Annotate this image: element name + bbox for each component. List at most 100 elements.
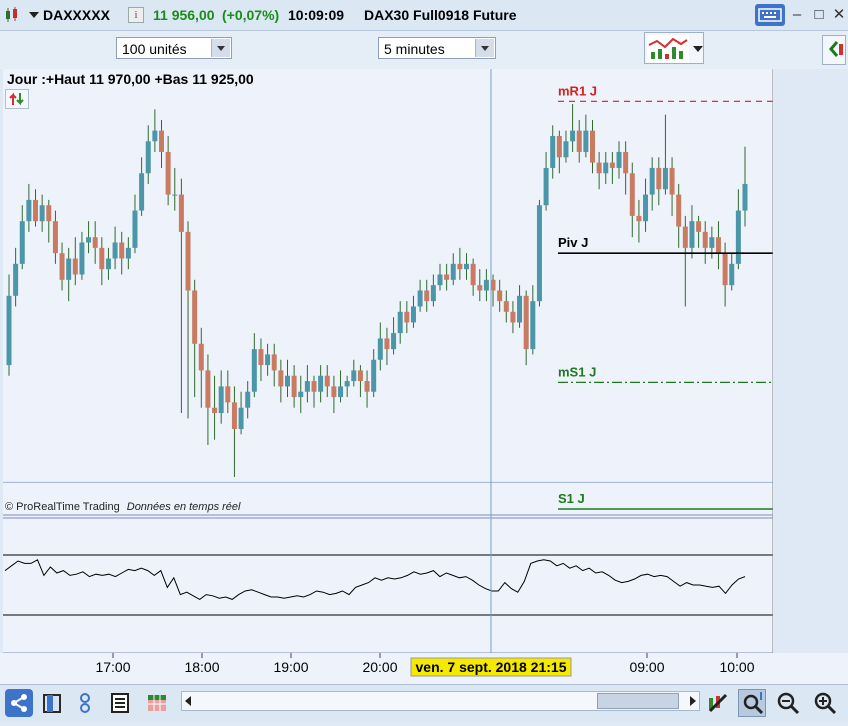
candle-body[interactable] [13, 263, 19, 296]
minimize-icon[interactable]: – [786, 5, 808, 25]
candle-body[interactable] [92, 237, 98, 248]
instrument-name[interactable]: DAXXXXX [43, 7, 110, 23]
indicator-button[interactable] [644, 32, 704, 64]
candle-body[interactable] [231, 402, 237, 430]
candle-body[interactable] [596, 162, 602, 174]
candle-body[interactable] [99, 247, 105, 270]
candle-body[interactable] [437, 274, 443, 286]
candle-body[interactable] [165, 151, 171, 195]
candle-body[interactable] [198, 343, 204, 371]
candle-body[interactable] [152, 130, 158, 142]
candle-body[interactable] [649, 167, 655, 195]
candle-body[interactable] [576, 130, 582, 152]
candle-body[interactable] [59, 253, 65, 280]
candle-body[interactable] [304, 381, 310, 392]
interval-dropdown[interactable]: 5 minutes [378, 37, 496, 59]
candle-body[interactable] [709, 237, 715, 248]
candle-body[interactable] [205, 370, 211, 408]
candle-body[interactable] [46, 205, 52, 222]
maximize-icon[interactable]: □ [808, 5, 830, 25]
pencil-icon[interactable] [704, 689, 732, 717]
arrow-left-icon[interactable] [185, 696, 191, 706]
chevron-down-icon[interactable] [475, 39, 494, 57]
candle-body[interactable] [715, 237, 721, 254]
candle-body[interactable] [563, 141, 569, 158]
candle-body[interactable] [404, 311, 410, 323]
candle-body[interactable] [72, 258, 78, 275]
candle-body[interactable] [218, 386, 224, 414]
candle-body[interactable] [212, 407, 218, 414]
candle-body[interactable] [735, 210, 741, 264]
window-icon[interactable] [38, 689, 66, 717]
candle-body[interactable] [729, 263, 735, 286]
zoom-in-icon[interactable] [811, 689, 839, 717]
candle-body[interactable] [464, 263, 470, 270]
candle-body[interactable] [676, 194, 682, 227]
candle-body[interactable] [629, 173, 635, 216]
candle-body[interactable] [430, 285, 436, 302]
candle-body[interactable] [702, 231, 708, 248]
chart-area[interactable]: mR1 JPiv JmS1 JS1 J 11 967,5011 939,0011… [3, 69, 773, 653]
candle-body[interactable] [178, 194, 184, 232]
candle-body[interactable] [311, 381, 317, 392]
candle-body[interactable] [616, 151, 622, 168]
candle-body[interactable] [172, 194, 178, 196]
candle-body[interactable] [6, 295, 12, 366]
candle-body[interactable] [357, 370, 363, 382]
candle-body[interactable] [662, 167, 668, 190]
grid-icon[interactable] [143, 689, 171, 717]
chevron-down-icon[interactable] [211, 39, 230, 57]
candle-body[interactable] [391, 333, 397, 350]
candle-body[interactable] [79, 242, 85, 275]
candle-body[interactable] [530, 301, 536, 350]
candle-body[interactable] [477, 285, 483, 291]
side-panel-toggle-icon[interactable] [822, 35, 846, 65]
candle-body[interactable] [669, 167, 675, 195]
candle-body[interactable] [139, 173, 145, 211]
share-icon[interactable] [5, 689, 33, 717]
candle-body[interactable] [722, 253, 728, 286]
candle-body[interactable] [344, 381, 350, 387]
candle-body[interactable] [371, 359, 377, 392]
candle-body[interactable] [483, 279, 489, 291]
candle-body[interactable] [470, 263, 476, 286]
candle-body[interactable] [52, 221, 58, 254]
candle-body[interactable] [377, 338, 383, 360]
candle-body[interactable] [291, 375, 297, 398]
candle-body[interactable] [238, 407, 244, 430]
candle-body[interactable] [258, 349, 264, 366]
candle-body[interactable] [159, 130, 165, 152]
candle-body[interactable] [225, 386, 231, 403]
candle-body[interactable] [696, 221, 702, 232]
candle-body[interactable] [497, 290, 503, 302]
candle-body[interactable] [119, 242, 125, 259]
units-dropdown[interactable]: 100 unités [116, 37, 232, 59]
candle-body[interactable] [603, 162, 609, 174]
candle-body[interactable] [145, 141, 151, 174]
candle-body[interactable] [510, 311, 516, 323]
candle-body[interactable] [682, 226, 688, 248]
candle-body[interactable] [583, 130, 589, 152]
candle-body[interactable] [570, 130, 576, 142]
zoom-fit-icon[interactable] [738, 689, 766, 717]
candle-body[interactable] [556, 135, 562, 158]
candle-body[interactable] [284, 375, 290, 387]
candle-body[interactable] [636, 215, 642, 222]
candle-body[interactable] [19, 221, 25, 264]
zoom-out-icon[interactable] [774, 689, 802, 717]
link-icon[interactable] [71, 689, 99, 717]
candle-body[interactable] [517, 295, 523, 323]
candle-body[interactable] [689, 221, 695, 248]
candle-body[interactable] [742, 183, 748, 211]
candle-body[interactable] [410, 306, 416, 323]
candle-body[interactable] [185, 231, 191, 291]
chevron-down-icon[interactable] [29, 12, 39, 18]
candle-body[interactable] [424, 290, 430, 302]
candle-body[interactable] [265, 354, 271, 366]
candle-body[interactable] [457, 263, 463, 270]
candle-body[interactable] [105, 258, 111, 270]
candle-body[interactable] [417, 290, 423, 307]
candle-body[interactable] [364, 381, 370, 392]
list-icon[interactable] [106, 689, 134, 717]
chevron-down-icon[interactable] [693, 46, 703, 52]
